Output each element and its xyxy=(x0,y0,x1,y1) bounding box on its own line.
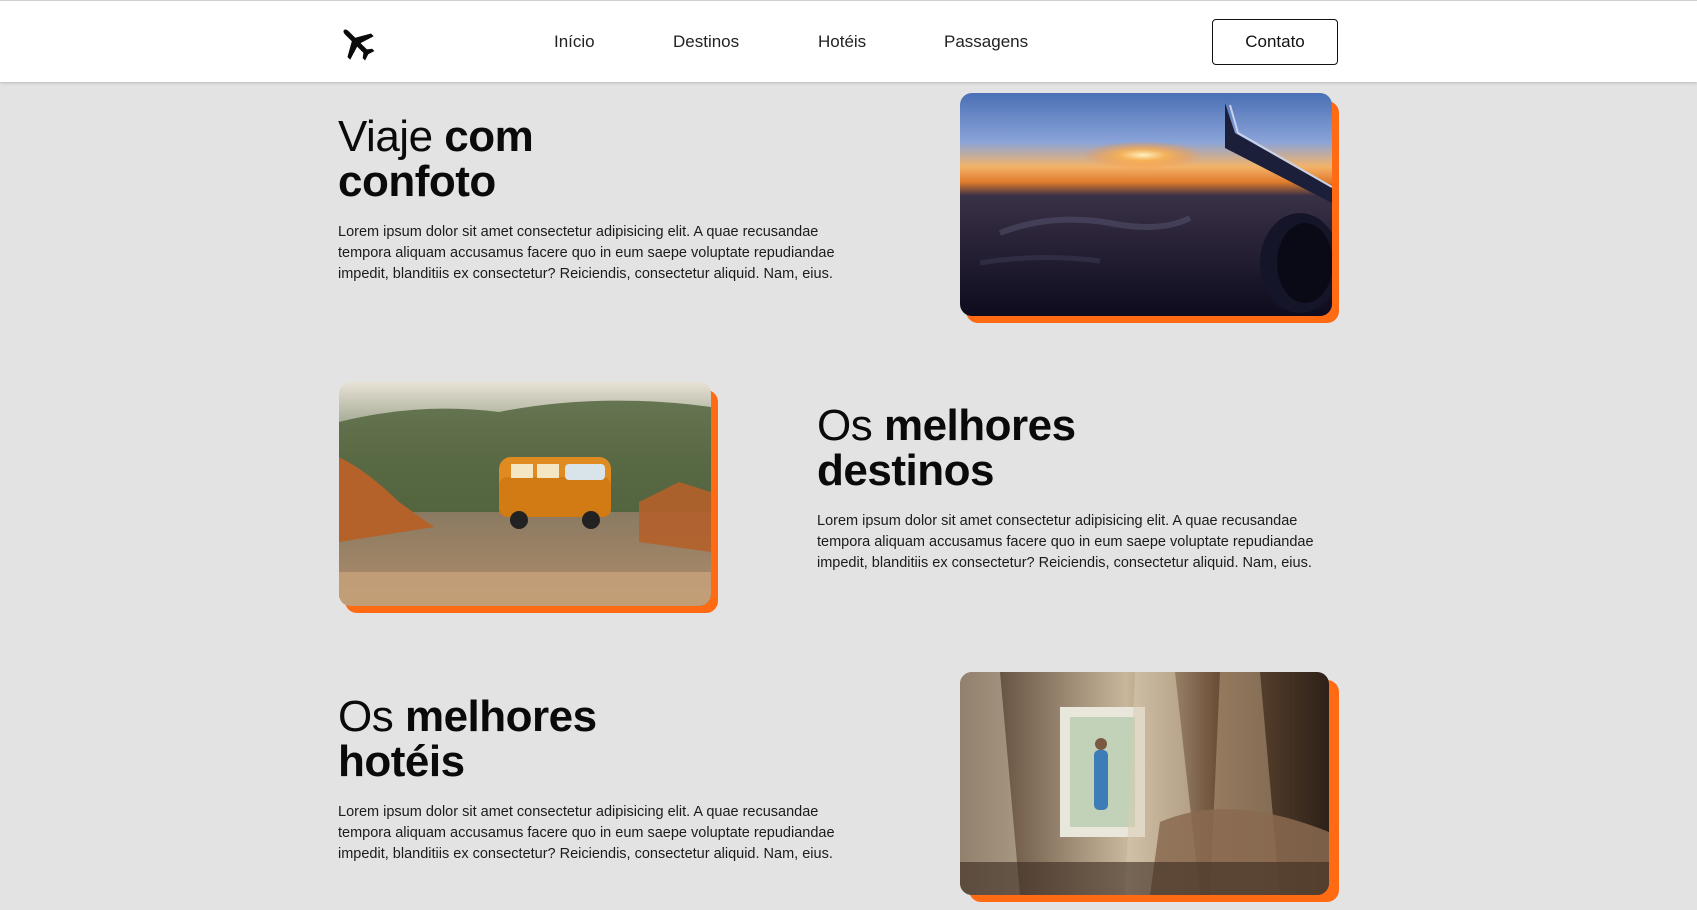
airplane-wing-sunset-photo xyxy=(960,93,1332,316)
title-light-text: Viaje xyxy=(338,112,445,161)
hotel-room-canopy-bed-photo xyxy=(960,672,1329,895)
nav-item-inicio[interactable]: Início xyxy=(554,32,595,52)
section-paragraph: Lorem ipsum dolor sit amet consectetur a… xyxy=(817,513,1314,571)
nav-item-passagens[interactable]: Passagens xyxy=(944,32,1028,52)
section-image-frame xyxy=(960,93,1339,323)
orange-van-mountain-photo xyxy=(339,382,711,606)
section-title-destinos: Os melhores destinos xyxy=(817,403,1076,493)
title-bold-text: melhores xyxy=(883,401,1076,450)
title-bold-text: melhores xyxy=(404,692,597,741)
section-title-conforto: Viaje com confoto xyxy=(338,112,534,206)
nav-item-destinos[interactable]: Destinos xyxy=(673,32,739,52)
title-light-text: Os xyxy=(817,401,884,450)
contact-button[interactable]: Contato xyxy=(1212,19,1338,65)
section-image-frame xyxy=(960,672,1339,902)
title-bold-text-line2: destinos xyxy=(817,446,994,495)
title-bold-text: com xyxy=(444,112,534,161)
site-header: Início Destinos Hotéis Passagens Contato xyxy=(0,0,1697,82)
section-title-hoteis: Os melhores hotéis xyxy=(338,694,597,784)
nav-item-hoteis[interactable]: Hotéis xyxy=(818,32,866,52)
section-paragraph: Lorem ipsum dolor sit amet consectetur a… xyxy=(338,224,835,282)
section-paragraph: Lorem ipsum dolor sit amet consectetur a… xyxy=(338,804,835,862)
title-bold-text-line2: hotéis xyxy=(338,737,465,786)
section-image-frame xyxy=(339,382,718,613)
title-light-text: Os xyxy=(338,692,405,741)
title-bold-text-line2: confoto xyxy=(338,157,496,206)
airplane-icon[interactable] xyxy=(336,22,378,64)
